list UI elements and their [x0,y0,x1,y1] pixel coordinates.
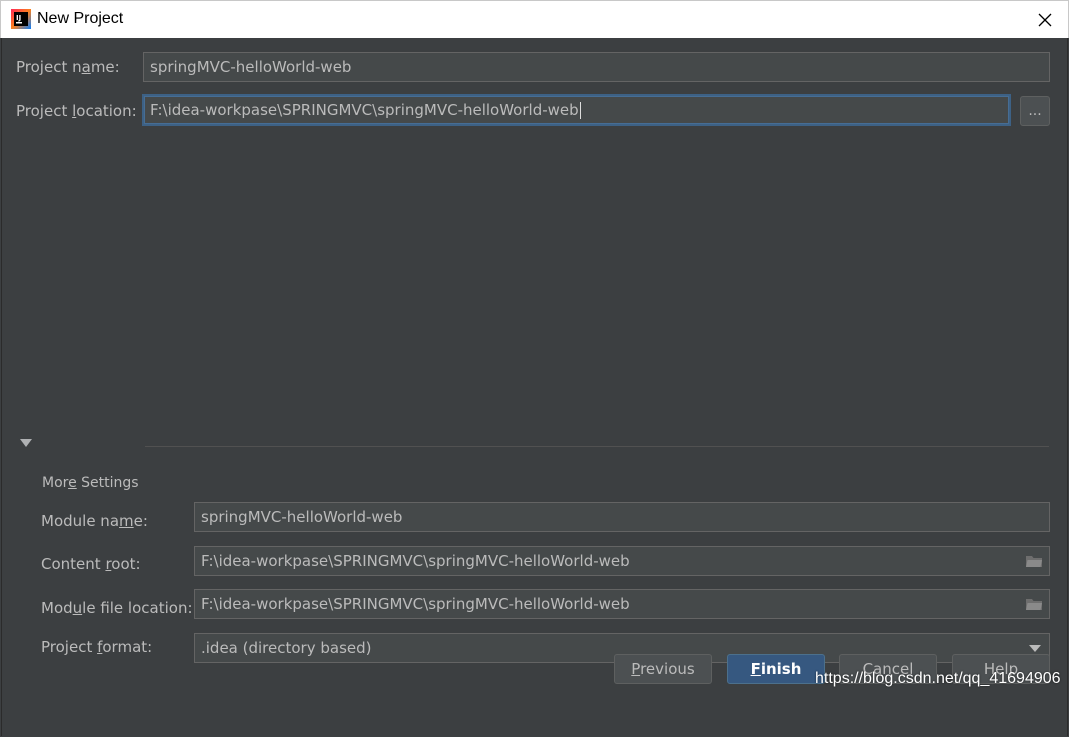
project-name-field[interactable]: springMVC-helloWorld-web [143,52,1050,82]
close-button[interactable] [1022,1,1068,39]
content-root-label: Content root: [41,555,141,573]
more-settings-title[interactable]: More Settings [42,475,139,491]
module-file-location-value: F:\idea-workpase\SPRINGMVC\springMVC-hel… [201,595,630,613]
svg-text:IJ: IJ [16,14,21,22]
module-name-value: springMVC-helloWorld-web [201,508,403,526]
browse-location-button[interactable]: ... [1020,96,1050,126]
project-location-label: Project location: [16,102,137,120]
module-name-label: Module name: [41,512,148,530]
close-icon [1038,13,1052,27]
previous-button[interactable]: Previous [614,654,712,684]
text-caret [579,101,581,119]
window-titlebar: IJ New Project [0,0,1069,38]
content-root-value: F:\idea-workpase\SPRINGMVC\springMVC-hel… [201,552,630,570]
project-location-value: F:\idea-workpase\SPRINGMVC\springMVC-hel… [150,101,579,119]
finish-button[interactable]: Finish [727,654,825,684]
folder-icon[interactable] [1025,553,1043,569]
content-root-field[interactable]: F:\idea-workpase\SPRINGMVC\springMVC-hel… [194,546,1050,576]
module-file-location-label: Module file location: [41,599,193,617]
chevron-down-icon [1029,645,1041,652]
project-name-label: Project name: [16,58,120,76]
watermark-text: https://blog.csdn.net/qq_41694906 [815,670,1061,687]
project-format-value: .idea (directory based) [201,639,372,657]
project-format-label: Project format: [41,638,153,656]
section-separator [145,446,1049,447]
module-name-field[interactable]: springMVC-helloWorld-web [194,502,1050,532]
project-name-value: springMVC-helloWorld-web [150,58,352,76]
window-title: New Project [37,10,124,27]
project-location-field[interactable]: F:\idea-workpase\SPRINGMVC\springMVC-hel… [142,94,1011,126]
module-file-location-field[interactable]: F:\idea-workpase\SPRINGMVC\springMVC-hel… [194,589,1050,619]
intellij-idea-icon: IJ [11,9,31,29]
folder-icon[interactable] [1025,596,1043,612]
dialog-body [1,38,1068,736]
collapse-triangle-icon[interactable] [20,438,32,448]
